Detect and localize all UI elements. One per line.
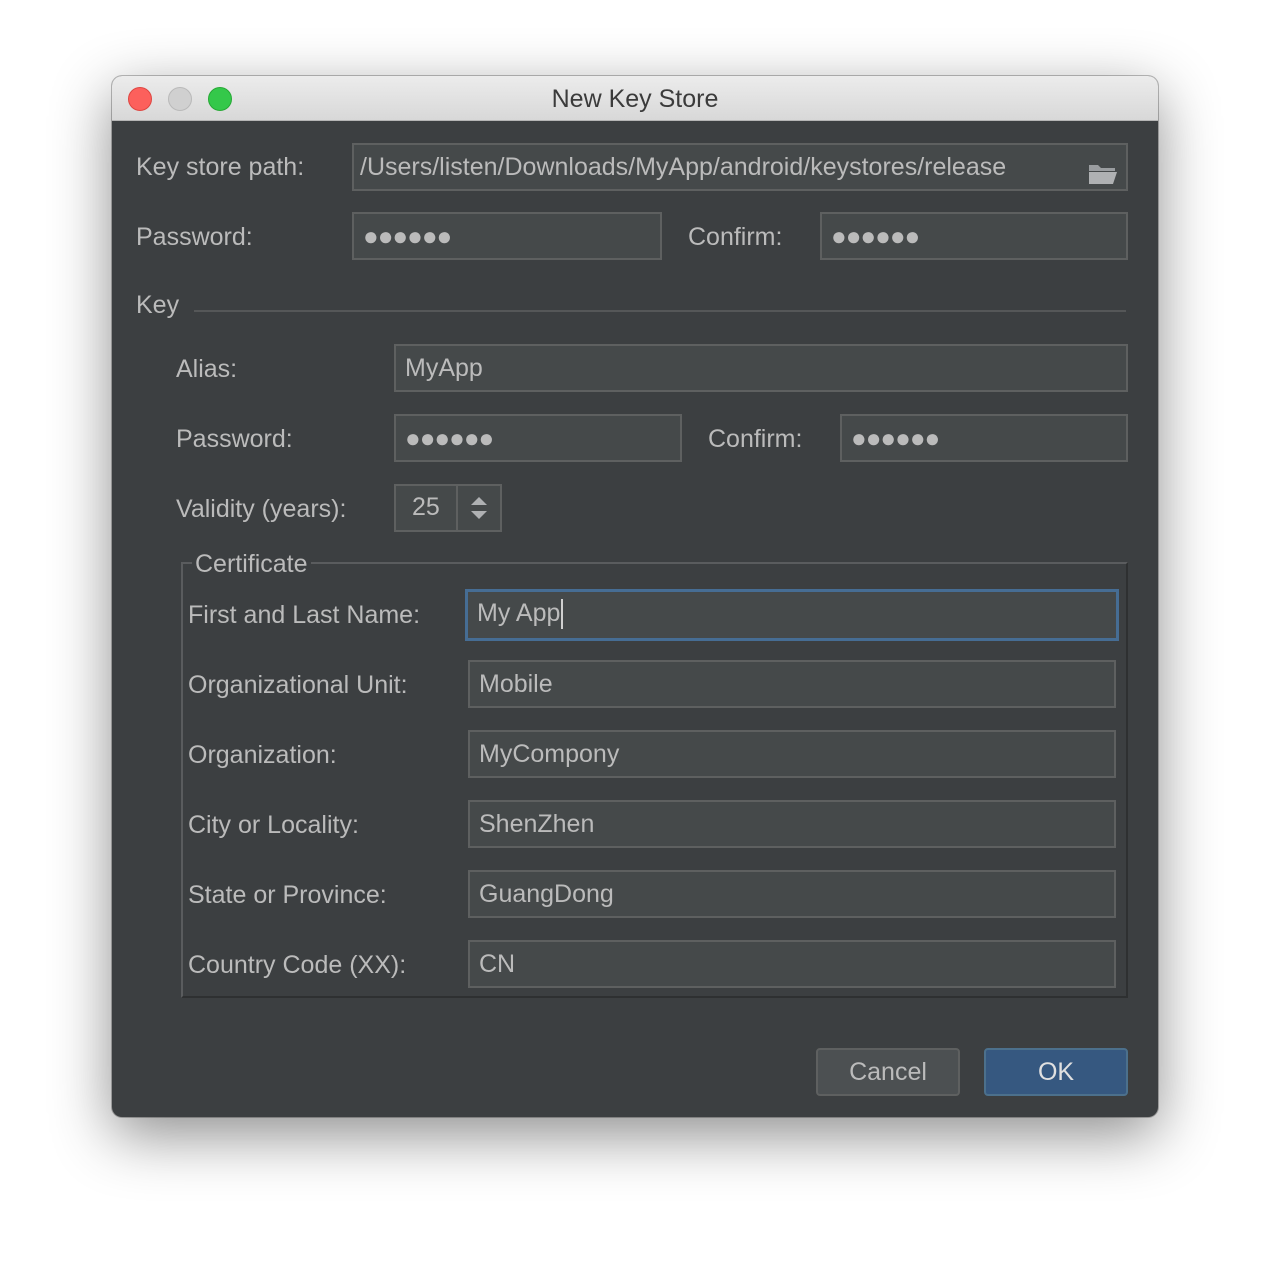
validity-value: 25 <box>412 493 440 521</box>
key-password-label: Password: <box>176 425 293 453</box>
validity-spinner[interactable]: 25 <box>394 484 502 532</box>
first-last-name-input[interactable]: My App <box>465 589 1119 641</box>
keystore-path-value: /Users/listen/Downloads/MyApp/android/ke… <box>360 153 1007 181</box>
city-value: ShenZhen <box>479 810 595 838</box>
org-unit-label: Organizational Unit: <box>188 671 408 699</box>
validity-label: Validity (years): <box>176 495 347 523</box>
key-section-label: Key <box>136 291 180 319</box>
city-label: City or Locality: <box>188 811 359 839</box>
certificate-title: Certificate <box>192 549 311 579</box>
state-label: State or Province: <box>188 881 387 909</box>
key-confirm-label: Confirm: <box>708 425 803 453</box>
key-section-divider <box>194 310 1126 312</box>
first-last-name-label: First and Last Name: <box>188 601 421 629</box>
keystore-password-value: ●●●●●● <box>363 221 452 251</box>
country-code-value: CN <box>479 950 516 978</box>
key-password-value: ●●●●●● <box>405 423 494 453</box>
country-code-input[interactable]: CN <box>468 940 1116 988</box>
cancel-button[interactable]: Cancel <box>816 1048 960 1096</box>
state-value: GuangDong <box>479 880 614 908</box>
keystore-confirm-value: ●●●●●● <box>831 221 920 251</box>
key-password-input[interactable]: ●●●●●● <box>394 414 682 462</box>
keystore-path-label: Key store path: <box>136 153 305 181</box>
key-confirm-input[interactable]: ●●●●●● <box>840 414 1128 462</box>
organization-label: Organization: <box>188 741 337 769</box>
city-input[interactable]: ShenZhen <box>468 800 1116 848</box>
spinner-divider <box>456 486 458 530</box>
text-caret <box>561 599 564 630</box>
keystore-confirm-label: Confirm: <box>688 223 783 251</box>
state-input[interactable]: GuangDong <box>468 870 1116 918</box>
spinner-arrows-icon[interactable] <box>468 495 490 521</box>
org-unit-value: Mobile <box>479 670 553 698</box>
organization-input[interactable]: MyCompony <box>468 730 1116 778</box>
country-code-label: Country Code (XX): <box>188 951 407 979</box>
organization-value: MyCompony <box>479 740 620 768</box>
folder-icon[interactable] <box>1088 155 1118 189</box>
keystore-password-label: Password: <box>136 223 253 251</box>
keystore-password-input[interactable]: ●●●●●● <box>352 212 662 260</box>
alias-label: Alias: <box>176 355 238 383</box>
keystore-confirm-input[interactable]: ●●●●●● <box>820 212 1128 260</box>
new-key-store-dialog: New Key Store Key store path: /Users/lis… <box>112 76 1158 1117</box>
keystore-path-input[interactable]: /Users/listen/Downloads/MyApp/android/ke… <box>352 143 1128 191</box>
ok-button[interactable]: OK <box>984 1048 1128 1096</box>
first-last-name-value: My App <box>477 599 561 627</box>
alias-value: MyApp <box>405 354 483 382</box>
title-bar: New Key Store <box>112 76 1158 121</box>
org-unit-input[interactable]: Mobile <box>468 660 1116 708</box>
window-title: New Key Store <box>551 85 719 113</box>
alias-input[interactable]: MyApp <box>394 344 1128 392</box>
key-confirm-value: ●●●●●● <box>851 423 940 453</box>
